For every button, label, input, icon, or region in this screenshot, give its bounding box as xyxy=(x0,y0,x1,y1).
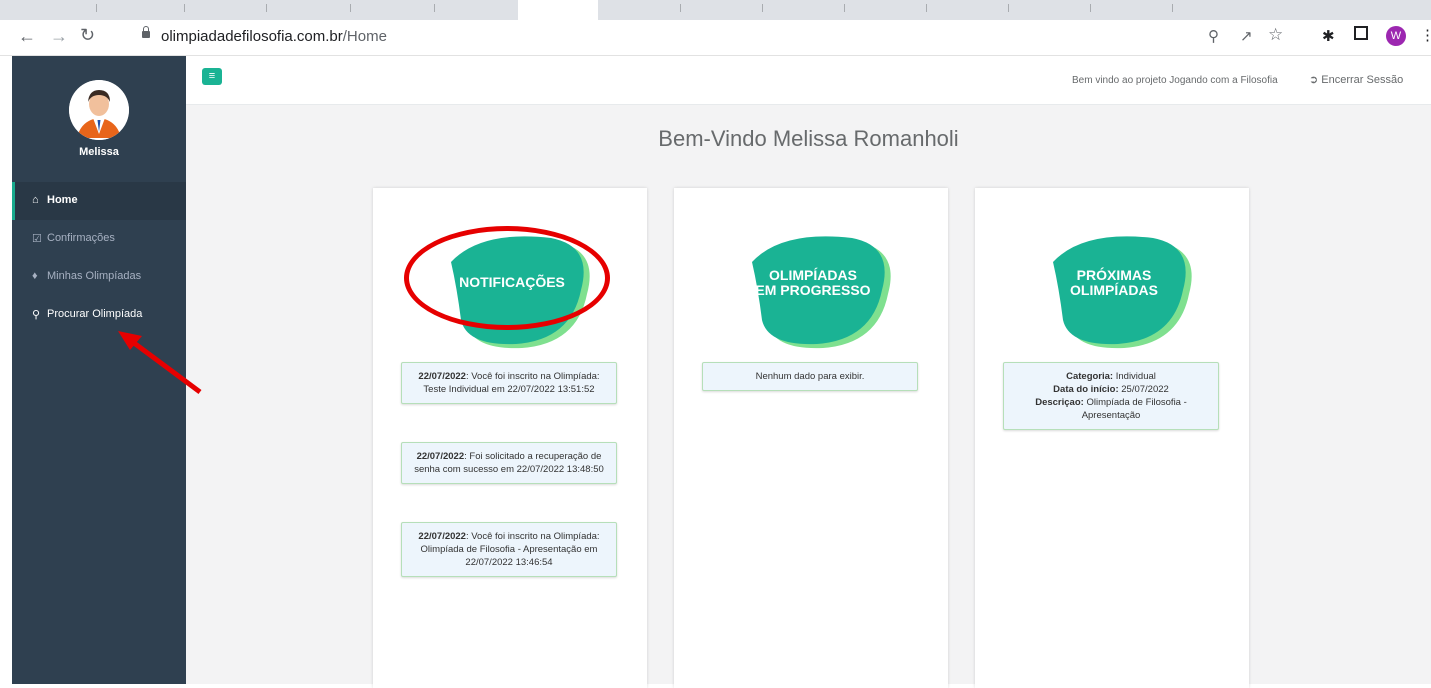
card-title-line: PRÓXIMAS xyxy=(1076,267,1152,283)
sidebar-item-home[interactable]: ⌂ Home xyxy=(12,182,189,220)
top-navbar: ≡ Bem vindo ao projeto Jogando com a Fil… xyxy=(186,56,1431,105)
start-date-label: Data do início: xyxy=(1053,384,1119,395)
upcoming-olympiads-card: PRÓXIMAS OLIMPÍADAS Categoria: Individua… xyxy=(975,188,1249,688)
page-title: Bem-Vindo Melissa Romanholi xyxy=(658,126,959,151)
sidebar-item-procurar-olimpiada[interactable]: ⚲ Procurar Olimpíada xyxy=(12,296,186,334)
url-text: olimpiadadefilosofia.com.br/Home xyxy=(161,28,387,45)
tab-separator xyxy=(1008,4,1009,12)
active-tab-gap xyxy=(518,0,598,20)
category-label: Categoria: xyxy=(1066,371,1114,382)
start-date-value: 25/07/2022 xyxy=(1118,384,1169,395)
zoom-icon[interactable]: ⚲ xyxy=(1208,27,1219,45)
home-icon: ⌂ xyxy=(32,194,39,206)
card-title-line: OLIMPÍADAS xyxy=(769,267,857,283)
description-label: Descriçao: xyxy=(1035,397,1084,408)
extensions-icon[interactable]: ✱ xyxy=(1322,27,1335,45)
notification-date: 22/07/2022 xyxy=(418,371,466,382)
tab-separator xyxy=(184,4,185,12)
check-square-icon: ☑ xyxy=(32,233,42,245)
url-domain: olimpiadadefilosofia.com.br xyxy=(161,28,343,45)
tab-separator xyxy=(96,4,97,12)
tab-separator xyxy=(926,4,927,12)
logout-label: Encerrar Sessão xyxy=(1321,74,1404,86)
tab-separator xyxy=(844,4,845,12)
address-bar[interactable]: olimpiadadefilosofia.com.br/Home xyxy=(130,25,1130,49)
tab-separator xyxy=(1090,4,1091,12)
browser-toolbar: ← → ↻ olimpiadadefilosofia.com.br/Home ⚲… xyxy=(0,20,1431,56)
sidebar: Melissa ⌂ Home ☑ Confirmações ♦ Minhas O… xyxy=(12,56,189,684)
user-name: Melissa xyxy=(79,146,119,158)
menu-icon[interactable]: ⋮ xyxy=(1420,26,1431,44)
tab-separator xyxy=(434,4,435,12)
back-icon[interactable]: ← xyxy=(18,26,36,47)
tab-separator xyxy=(1172,4,1173,12)
card-title-line: EM PROGRESSO xyxy=(755,282,871,298)
sidebar-item-label: Procurar Olimpíada xyxy=(47,308,143,320)
tab-separator xyxy=(762,4,763,12)
notification-item: 22/07/2022: Foi solicitado a recuperação… xyxy=(401,442,617,484)
category-row: Categoria: Individual xyxy=(1008,370,1214,383)
url-path: /Home xyxy=(342,28,387,45)
card-title: PRÓXIMAS OLIMPÍADAS xyxy=(1029,268,1199,298)
sidebar-item-minhas-olimpiadas[interactable]: ♦ Minhas Olimpíadas xyxy=(12,258,186,296)
reload-icon[interactable]: ↻ xyxy=(80,25,95,46)
browser-tab[interactable] xyxy=(598,0,1431,20)
tab-separator xyxy=(350,4,351,12)
side-panel-icon[interactable] xyxy=(1354,26,1368,44)
start-date-row: Data do início: 25/07/2022 xyxy=(1008,383,1214,396)
category-value: Individual xyxy=(1113,371,1156,382)
hamburger-icon: ≡ xyxy=(208,70,216,82)
diamond-icon: ♦ xyxy=(32,270,38,282)
browser-tab-strip xyxy=(0,0,1431,20)
description-row: Descriçao: Olimpíada de Filosofia - Apre… xyxy=(1008,396,1214,422)
star-icon[interactable]: ☆ xyxy=(1268,25,1283,45)
sidebar-item-confirmacoes[interactable]: ☑ Confirmações xyxy=(12,220,186,258)
main-content: ≡ Bem vindo ao projeto Jogando com a Fil… xyxy=(186,56,1431,688)
notification-item: 22/07/2022: Você foi inscrito na Olimpía… xyxy=(401,362,617,404)
sign-out-icon: ➲ xyxy=(1309,74,1319,86)
share-icon[interactable]: ↗ xyxy=(1240,27,1253,45)
tab-separator xyxy=(680,4,681,12)
olympiad-item[interactable]: Categoria: Individual Data do início: 25… xyxy=(1003,362,1219,430)
notification-date: 22/07/2022 xyxy=(416,451,465,462)
card-title-line: OLIMPÍADAS xyxy=(1070,282,1158,298)
lock-icon[interactable] xyxy=(142,26,150,38)
logout-link[interactable]: ➲ Encerrar Sessão xyxy=(1309,73,1403,86)
user-avatar-icon xyxy=(69,80,129,140)
search-icon: ⚲ xyxy=(32,309,41,321)
avatar[interactable] xyxy=(69,80,129,140)
profile-avatar[interactable]: W xyxy=(1386,26,1406,46)
welcome-message: Bem vindo ao projeto Jogando com a Filos… xyxy=(1072,75,1278,86)
sidebar-item-label: Home xyxy=(47,194,78,206)
description-value: Olimpíada de Filosofia - Apresentação xyxy=(1081,397,1187,421)
notification-item: 22/07/2022: Você foi inscrito na Olimpía… xyxy=(401,522,617,577)
highlight-circle-annotation xyxy=(404,226,610,330)
forward-icon[interactable]: → xyxy=(50,26,68,47)
olympiads-in-progress-card: OLIMPÍADAS EM PROGRESSO Nenhum dado para… xyxy=(674,188,948,688)
tab-separator xyxy=(266,4,267,12)
browser-tab[interactable] xyxy=(0,0,518,20)
empty-message: Nenhum dado para exibir. xyxy=(702,362,918,391)
card-title: OLIMPÍADAS EM PROGRESSO xyxy=(728,268,898,298)
sidebar-item-label: Confirmações xyxy=(47,232,115,244)
notification-date: 22/07/2022 xyxy=(418,531,466,542)
menu-toggle-button[interactable]: ≡ xyxy=(202,68,222,85)
sidebar-item-label: Minhas Olimpíadas xyxy=(47,270,142,282)
